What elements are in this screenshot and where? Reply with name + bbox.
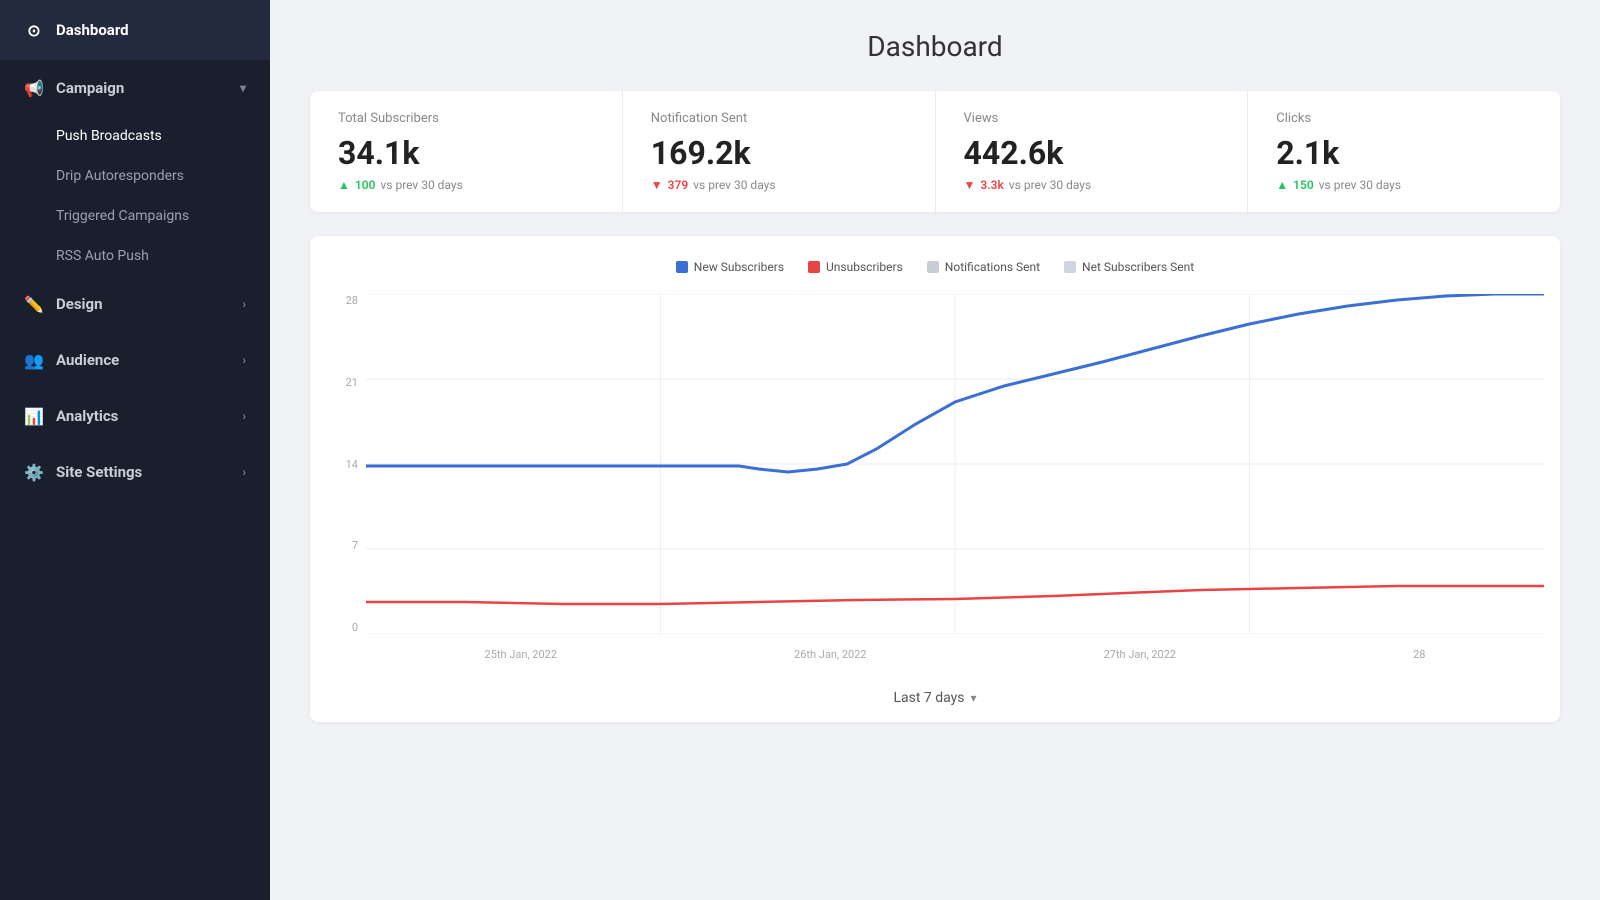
- stat-label-subscribers: Total Subscribers: [338, 111, 594, 126]
- stat-label-clicks: Clicks: [1276, 111, 1532, 126]
- stat-change-views: ▼ 3.3k vs prev 30 days: [964, 178, 1220, 192]
- time-filter[interactable]: Last 7 days ▾: [326, 690, 1544, 706]
- sidebar-design-label: Design: [56, 295, 103, 313]
- x-label-28: 28: [1413, 648, 1425, 661]
- audience-chevron-icon: ›: [242, 353, 246, 367]
- analytics-icon: 📊: [24, 406, 44, 426]
- stat-value-subscribers: 34.1k: [338, 134, 594, 172]
- y-label-14: 14: [346, 458, 358, 471]
- stat-change-notification: ▼ 379 vs prev 30 days: [651, 178, 907, 192]
- chart-xaxis: 25th Jan, 2022 26th Jan, 2022 27th Jan, …: [366, 634, 1544, 674]
- x-label-27jan: 27th Jan, 2022: [1104, 648, 1177, 661]
- legend-dot-notifications-sent: [927, 261, 939, 273]
- y-label-28: 28: [346, 294, 358, 307]
- sidebar-item-rss-auto-push[interactable]: RSS Auto Push: [56, 236, 270, 276]
- legend-label-net-subscribers: Net Subscribers Sent: [1082, 260, 1194, 274]
- stat-card-clicks: Clicks 2.1k ▲ 150 vs prev 30 days: [1248, 91, 1560, 212]
- legend-net-subscribers: Net Subscribers Sent: [1064, 260, 1194, 274]
- chart-area: 28 21 14 7 0: [326, 294, 1544, 674]
- y-label-0: 0: [352, 621, 358, 634]
- sidebar-section-audience: 👥 Audience ›: [0, 332, 270, 388]
- chart-yaxis: 28 21 14 7 0: [326, 294, 366, 634]
- chart-legend: New Subscribers Unsubscribers Notificati…: [326, 260, 1544, 274]
- sidebar-campaign-header[interactable]: 📢 Campaign ▾: [0, 60, 270, 116]
- arrow-up-icon-clicks: ▲: [1276, 178, 1288, 192]
- sidebar-item-drip-autoresponders[interactable]: Drip Autoresponders: [56, 156, 270, 196]
- arrow-down-icon-notification: ▼: [651, 178, 663, 192]
- sidebar-analytics-label: Analytics: [56, 407, 118, 425]
- y-label-21: 21: [346, 376, 358, 389]
- sidebar-site-settings-label: Site Settings: [56, 463, 142, 481]
- stat-change-subscribers: ▲ 100 vs prev 30 days: [338, 178, 594, 192]
- stat-value-notification: 169.2k: [651, 134, 907, 172]
- stat-label-notification: Notification Sent: [651, 111, 907, 126]
- legend-notifications-sent: Notifications Sent: [927, 260, 1040, 274]
- site-settings-icon: ⚙️: [24, 462, 44, 482]
- sidebar-audience-label: Audience: [56, 351, 119, 369]
- stats-row: Total Subscribers 34.1k ▲ 100 vs prev 30…: [310, 91, 1560, 212]
- sidebar-item-triggered-campaigns[interactable]: Triggered Campaigns: [56, 196, 270, 236]
- main-content-area: Dashboard Total Subscribers 34.1k ▲ 100 …: [270, 0, 1600, 900]
- x-label-26jan: 26th Jan, 2022: [794, 648, 867, 661]
- campaign-chevron-icon: ▾: [240, 81, 246, 95]
- analytics-chevron-icon: ›: [242, 409, 246, 423]
- sidebar-item-dashboard[interactable]: ⊙ Dashboard: [0, 0, 270, 60]
- legend-label-new-subscribers: New Subscribers: [694, 260, 784, 274]
- stat-card-notification-sent: Notification Sent 169.2k ▼ 379 vs prev 3…: [623, 91, 936, 212]
- legend-dot-net-subscribers: [1064, 261, 1076, 273]
- sidebar: ⊙ Dashboard 📢 Campaign ▾ Push Broadcasts…: [0, 0, 270, 900]
- sidebar-item-push-broadcasts[interactable]: Push Broadcasts: [56, 116, 270, 156]
- stat-change-num-notification: 379: [668, 178, 689, 192]
- legend-dot-unsubscribers: [808, 261, 820, 273]
- sidebar-design-header[interactable]: ✏️ Design ›: [0, 276, 270, 332]
- legend-dot-new-subscribers: [676, 261, 688, 273]
- legend-label-unsubscribers: Unsubscribers: [826, 260, 903, 274]
- stat-change-clicks: ▲ 150 vs prev 30 days: [1276, 178, 1532, 192]
- chart-container: New Subscribers Unsubscribers Notificati…: [310, 236, 1560, 722]
- stat-change-text-clicks: vs prev 30 days: [1319, 178, 1401, 192]
- design-chevron-icon: ›: [242, 297, 246, 311]
- chart-svg: [366, 294, 1544, 634]
- stat-change-text-notification: vs prev 30 days: [693, 178, 775, 192]
- campaign-sub-items: Push Broadcasts Drip Autoresponders Trig…: [0, 116, 270, 276]
- chart-svg-container: [366, 294, 1544, 634]
- sidebar-campaign-label: Campaign: [56, 79, 124, 97]
- x-label-25jan: 25th Jan, 2022: [485, 648, 558, 661]
- stat-change-text-subscribers: vs prev 30 days: [380, 178, 462, 192]
- sidebar-analytics-header[interactable]: 📊 Analytics ›: [0, 388, 270, 444]
- audience-icon: 👥: [24, 350, 44, 370]
- main-scroll-area: Dashboard Total Subscribers 34.1k ▲ 100 …: [270, 0, 1600, 900]
- stat-change-num-views: 3.3k: [980, 178, 1003, 192]
- page-title: Dashboard: [310, 30, 1560, 63]
- stat-card-total-subscribers: Total Subscribers 34.1k ▲ 100 vs prev 30…: [310, 91, 623, 212]
- legend-unsubscribers: Unsubscribers: [808, 260, 903, 274]
- sidebar-section-site-settings: ⚙️ Site Settings ›: [0, 444, 270, 500]
- stat-value-clicks: 2.1k: [1276, 134, 1532, 172]
- sidebar-section-analytics: 📊 Analytics ›: [0, 388, 270, 444]
- stat-change-num-clicks: 150: [1293, 178, 1314, 192]
- design-icon: ✏️: [24, 294, 44, 314]
- y-label-7: 7: [352, 539, 358, 552]
- sidebar-audience-header[interactable]: 👥 Audience ›: [0, 332, 270, 388]
- sidebar-site-settings-header[interactable]: ⚙️ Site Settings ›: [0, 444, 270, 500]
- sidebar-dashboard-label: Dashboard: [56, 21, 129, 39]
- sidebar-section-design: ✏️ Design ›: [0, 276, 270, 332]
- site-settings-chevron-icon: ›: [242, 465, 246, 479]
- stat-change-num-subscribers: 100: [355, 178, 376, 192]
- stat-change-text-views: vs prev 30 days: [1009, 178, 1091, 192]
- arrow-up-icon-subscribers: ▲: [338, 178, 350, 192]
- campaign-icon: 📢: [24, 78, 44, 98]
- sidebar-section-campaign: 📢 Campaign ▾ Push Broadcasts Drip Autore…: [0, 60, 270, 276]
- arrow-down-icon-views: ▼: [964, 178, 976, 192]
- time-filter-chevron-icon: ▾: [971, 691, 977, 705]
- legend-new-subscribers: New Subscribers: [676, 260, 784, 274]
- time-filter-label: Last 7 days: [893, 690, 964, 706]
- stat-card-views: Views 442.6k ▼ 3.3k vs prev 30 days: [936, 91, 1249, 212]
- dashboard-icon: ⊙: [24, 20, 44, 40]
- stat-label-views: Views: [964, 111, 1220, 126]
- legend-label-notifications-sent: Notifications Sent: [945, 260, 1040, 274]
- stat-value-views: 442.6k: [964, 134, 1220, 172]
